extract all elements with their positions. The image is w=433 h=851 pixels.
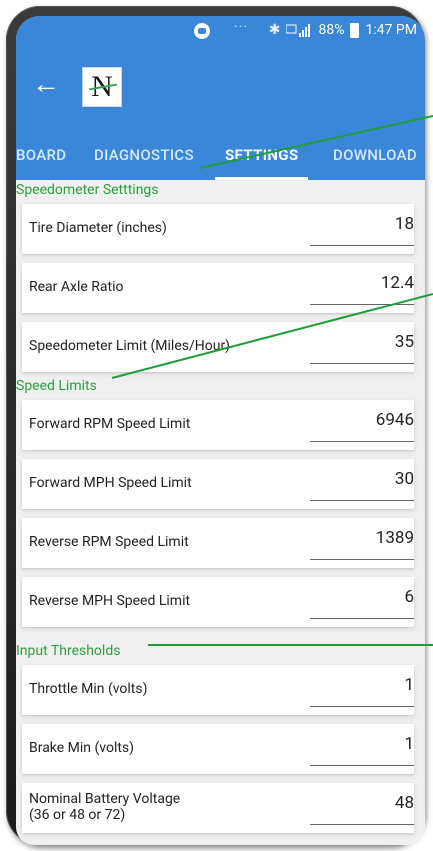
field-underline <box>310 363 414 364</box>
tire-diameter-field[interactable]: 18 <box>310 214 414 244</box>
field-underline <box>310 500 414 501</box>
field-underline <box>310 618 414 619</box>
screen: ··· ✱ 88% 1:47 PM ← N <box>16 16 425 845</box>
row-forward-mph-limit: Forward MPH Speed Limit 30 <box>22 459 414 509</box>
tab-settings[interactable]: SETTINGS <box>214 130 309 180</box>
row-label: Tire Diameter (inches) <box>29 220 167 236</box>
row-label: Nominal Battery Voltage (36 or 48 or 72) <box>29 791 180 823</box>
reverse-rpm-limit-field[interactable]: 1389 <box>310 528 414 558</box>
field-underline <box>310 245 414 246</box>
field-underline <box>310 559 414 560</box>
app-logo: N <box>82 67 122 107</box>
row-label: Reverse MPH Speed Limit <box>29 593 191 609</box>
section-title-speedometer: Speedometer Setttings <box>16 182 159 198</box>
row-forward-rpm-limit: Forward RPM Speed Limit 6946 <box>22 400 414 450</box>
app-bar: ← N <box>16 46 425 130</box>
section-title-input-thresholds: Input Thresholds <box>16 643 121 659</box>
row-reverse-rpm-limit: Reverse RPM Speed Limit 1389 <box>22 518 414 568</box>
battery-icon <box>350 22 360 38</box>
row-label: Rear Axle Ratio <box>29 279 124 295</box>
status-bar: ··· ✱ 88% 1:47 PM <box>16 16 425 46</box>
field-underline <box>310 765 414 766</box>
row-label: Forward RPM Speed Limit <box>29 416 191 432</box>
throttle-min-field[interactable]: 1 <box>310 675 414 705</box>
row-speedometer-limit: Speedometer Limit (Miles/Hour) 35 <box>22 322 414 372</box>
row-tire-diameter: Tire Diameter (inches) 18 <box>22 204 414 254</box>
bluetooth-icon: ✱ <box>268 22 281 38</box>
row-label: Reverse RPM Speed Limit <box>29 534 189 550</box>
tab-bar: BOARD DIAGNOSTICS SETTINGS DOWNLOAD <box>16 130 425 180</box>
row-label: Brake Min (volts) <box>29 740 135 756</box>
speedometer-limit-field[interactable]: 35 <box>310 332 414 362</box>
forward-rpm-limit-field[interactable]: 6946 <box>310 410 414 440</box>
clock: 1:47 PM <box>365 22 417 38</box>
row-label-line1: Nominal Battery Voltage <box>29 791 181 807</box>
section-title-speed-limits: Speed Limits <box>16 378 97 394</box>
tab-diagnostics[interactable]: DIAGNOSTICS <box>94 130 194 180</box>
row-brake-min: Brake Min (volts) 1 <box>22 724 414 774</box>
phone-frame: ··· ✱ 88% 1:47 PM ← N <box>6 6 425 845</box>
field-underline <box>310 441 414 442</box>
row-label-line2: (36 or 48 or 72) <box>29 807 126 823</box>
notification-icon <box>194 23 210 39</box>
row-label: Speedometer Limit (Miles/Hour) <box>29 338 231 354</box>
row-label: Throttle Min (volts) <box>29 681 148 697</box>
forward-mph-limit-field[interactable]: 30 <box>310 469 414 499</box>
reverse-mph-limit-field[interactable]: 6 <box>310 587 414 617</box>
field-underline <box>310 824 414 825</box>
signal-icon <box>286 24 311 37</box>
row-nominal-battery-voltage: Nominal Battery Voltage (36 or 48 or 72)… <box>22 783 414 833</box>
field-underline <box>310 304 414 305</box>
nominal-battery-voltage-field[interactable]: 48 <box>310 793 414 823</box>
back-arrow-icon[interactable]: ← <box>32 68 64 100</box>
more-notifications: ··· <box>234 19 248 35</box>
row-reverse-mph-limit: Reverse MPH Speed Limit 6 <box>22 577 414 627</box>
tab-board[interactable]: BOARD <box>16 130 66 180</box>
status-icons: ✱ 88% 1:47 PM <box>269 22 417 38</box>
field-underline <box>310 706 414 707</box>
tab-download[interactable]: DOWNLOAD <box>333 130 417 180</box>
row-label: Forward MPH Speed Limit <box>29 475 192 491</box>
row-throttle-min: Throttle Min (volts) 1 <box>22 665 414 715</box>
rear-axle-ratio-field[interactable]: 12.4 <box>310 273 414 303</box>
battery-percent: 88% <box>318 22 345 38</box>
brake-min-field[interactable]: 1 <box>310 734 414 764</box>
row-rear-axle-ratio: Rear Axle Ratio 12.4 <box>22 263 414 313</box>
